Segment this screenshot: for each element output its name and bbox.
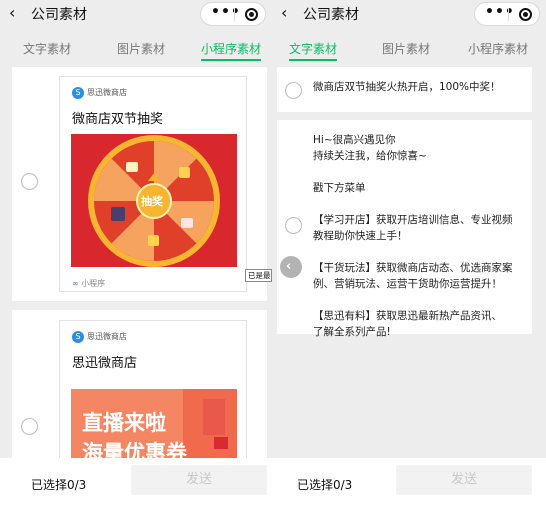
text-line xyxy=(313,164,513,180)
text-line xyxy=(313,292,513,308)
select-radio[interactable] xyxy=(285,82,302,99)
list-item[interactable]: S 思迅微商店 微商店双节抽奖 抽奖 ∞ 小程序 xyxy=(12,67,267,301)
draw-text[interactable]: 抽奖 xyxy=(141,193,163,209)
right-screen: ‹ 公司素材 ••• 文字素材 图片素材 小程序素材 微商店双节抽奖火热开启，1… xyxy=(272,0,546,508)
promo-image: 直播来啦 海量优惠券 xyxy=(71,389,237,460)
tab-image-material[interactable]: 图片素材 xyxy=(117,40,165,57)
miniprogram-card[interactable]: S 思迅微商店 微商店双节抽奖 抽奖 ∞ 小程序 xyxy=(59,76,247,292)
text-line: 戳下方菜单 xyxy=(313,182,366,194)
shop-logo-icon: S xyxy=(72,87,84,99)
send-button[interactable]: 发送 xyxy=(131,465,267,495)
source-name: 思迅微商店 xyxy=(87,332,127,341)
capsule-divider xyxy=(234,8,235,21)
back-chevron-icon[interactable]: ‹ xyxy=(9,3,15,22)
text-line: 【干货玩法】获取微商店动态、优选商家案 xyxy=(313,262,513,274)
send-button[interactable]: 发送 xyxy=(396,465,532,495)
nav-bar: ‹ 公司素材 ••• xyxy=(272,0,546,30)
card-title: 思迅微商店 xyxy=(72,356,138,371)
more-dots-icon[interactable]: ••• xyxy=(211,4,241,20)
scroll-left-button[interactable]: ‹ xyxy=(280,256,302,278)
miniprogram-card[interactable]: S 思迅微商店 思迅微商店 直播来啦 海量优惠券 xyxy=(59,320,247,460)
footer-label: 小程序 xyxy=(81,279,106,288)
select-radio[interactable] xyxy=(21,173,38,190)
bottom-bar: 已选择0/3 发送 xyxy=(272,458,546,508)
list-item[interactable]: S 思迅微商店 思迅微商店 直播来啦 海量优惠券 xyxy=(12,310,267,460)
page-title: 公司素材 xyxy=(31,7,87,23)
link-icon: ∞ xyxy=(72,279,79,288)
text-content: 微商店双节抽奖火热开启，100%中奖！ xyxy=(313,79,501,95)
target-circle-icon[interactable] xyxy=(245,8,258,21)
capsule-divider xyxy=(508,8,509,21)
edge-tooltip: 已是最 xyxy=(245,269,272,282)
tab-bar: 文字素材 图片素材 小程序素材 xyxy=(272,37,546,61)
tab-image-material[interactable]: 图片素材 xyxy=(382,40,430,57)
text-line: 教程助你快速上手！ xyxy=(313,230,408,242)
back-chevron-icon[interactable]: ‹ xyxy=(281,3,287,22)
tab-text-material[interactable]: 文字素材 xyxy=(289,40,338,61)
card-footer: ∞ 小程序 xyxy=(72,278,105,289)
text-line: 例、营销玩法、运营干货助你运营提升！ xyxy=(313,278,502,290)
source-name: 思迅微商店 xyxy=(87,88,127,97)
prize-wheel-image: 抽奖 xyxy=(71,134,237,267)
list-item[interactable]: 微商店双节抽奖火热开启，100%中奖！ xyxy=(277,67,532,112)
tab-text-material[interactable]: 文字素材 xyxy=(23,40,71,57)
text-line: 【思迅有料】获取思迅最新热产品资讯、 xyxy=(313,310,502,322)
chevron-left-icon: ‹ xyxy=(286,259,292,274)
bottom-bar: 已选择0/3 发送 xyxy=(0,458,272,508)
text-line: 了解全系列产品! xyxy=(313,326,391,338)
selected-count: 已选择0/3 xyxy=(297,478,353,492)
target-circle-icon[interactable] xyxy=(519,8,532,21)
more-dots-icon[interactable]: ••• xyxy=(485,4,515,20)
capsule-menu: ••• xyxy=(474,2,540,26)
text-content: Hi~很高兴遇见你 持续关注我，给你惊喜~ 戳下方菜单 【学习开店】获取开店培训… xyxy=(313,132,513,340)
text-line: Hi~很高兴遇见你 xyxy=(313,134,396,146)
promo-text-1: 直播来啦 xyxy=(82,411,166,435)
text-line: 【学习开店】获取开店培训信息、专业视频 xyxy=(313,214,513,226)
selected-count: 已选择0/3 xyxy=(31,478,87,492)
capsule-menu: ••• xyxy=(200,2,266,26)
select-radio[interactable] xyxy=(285,217,302,234)
left-screen: ‹ 公司素材 ••• 文字素材 图片素材 小程序素材 S 思迅微商店 微商店双节… xyxy=(0,0,272,508)
page-title: 公司素材 xyxy=(303,7,359,23)
text-line: 微商店双节抽奖火热开启，100%中奖！ xyxy=(313,81,501,93)
select-radio[interactable] xyxy=(21,418,38,435)
text-line xyxy=(313,196,513,212)
text-line xyxy=(313,244,513,260)
tab-bar: 文字素材 图片素材 小程序素材 xyxy=(0,37,272,61)
tab-miniprogram-material[interactable]: 小程序素材 xyxy=(201,40,262,61)
list-item[interactable]: Hi~很高兴遇见你 持续关注我，给你惊喜~ 戳下方菜单 【学习开店】获取开店培训… xyxy=(277,120,532,338)
shop-logo-icon: S xyxy=(72,331,84,343)
text-line: 持续关注我，给你惊喜~ xyxy=(313,150,427,162)
promo-text-2: 海量优惠券 xyxy=(82,441,187,460)
card-title: 微商店双节抽奖 xyxy=(72,112,164,127)
tab-miniprogram-material[interactable]: 小程序素材 xyxy=(468,40,528,57)
nav-bar: ‹ 公司素材 ••• xyxy=(0,0,272,30)
